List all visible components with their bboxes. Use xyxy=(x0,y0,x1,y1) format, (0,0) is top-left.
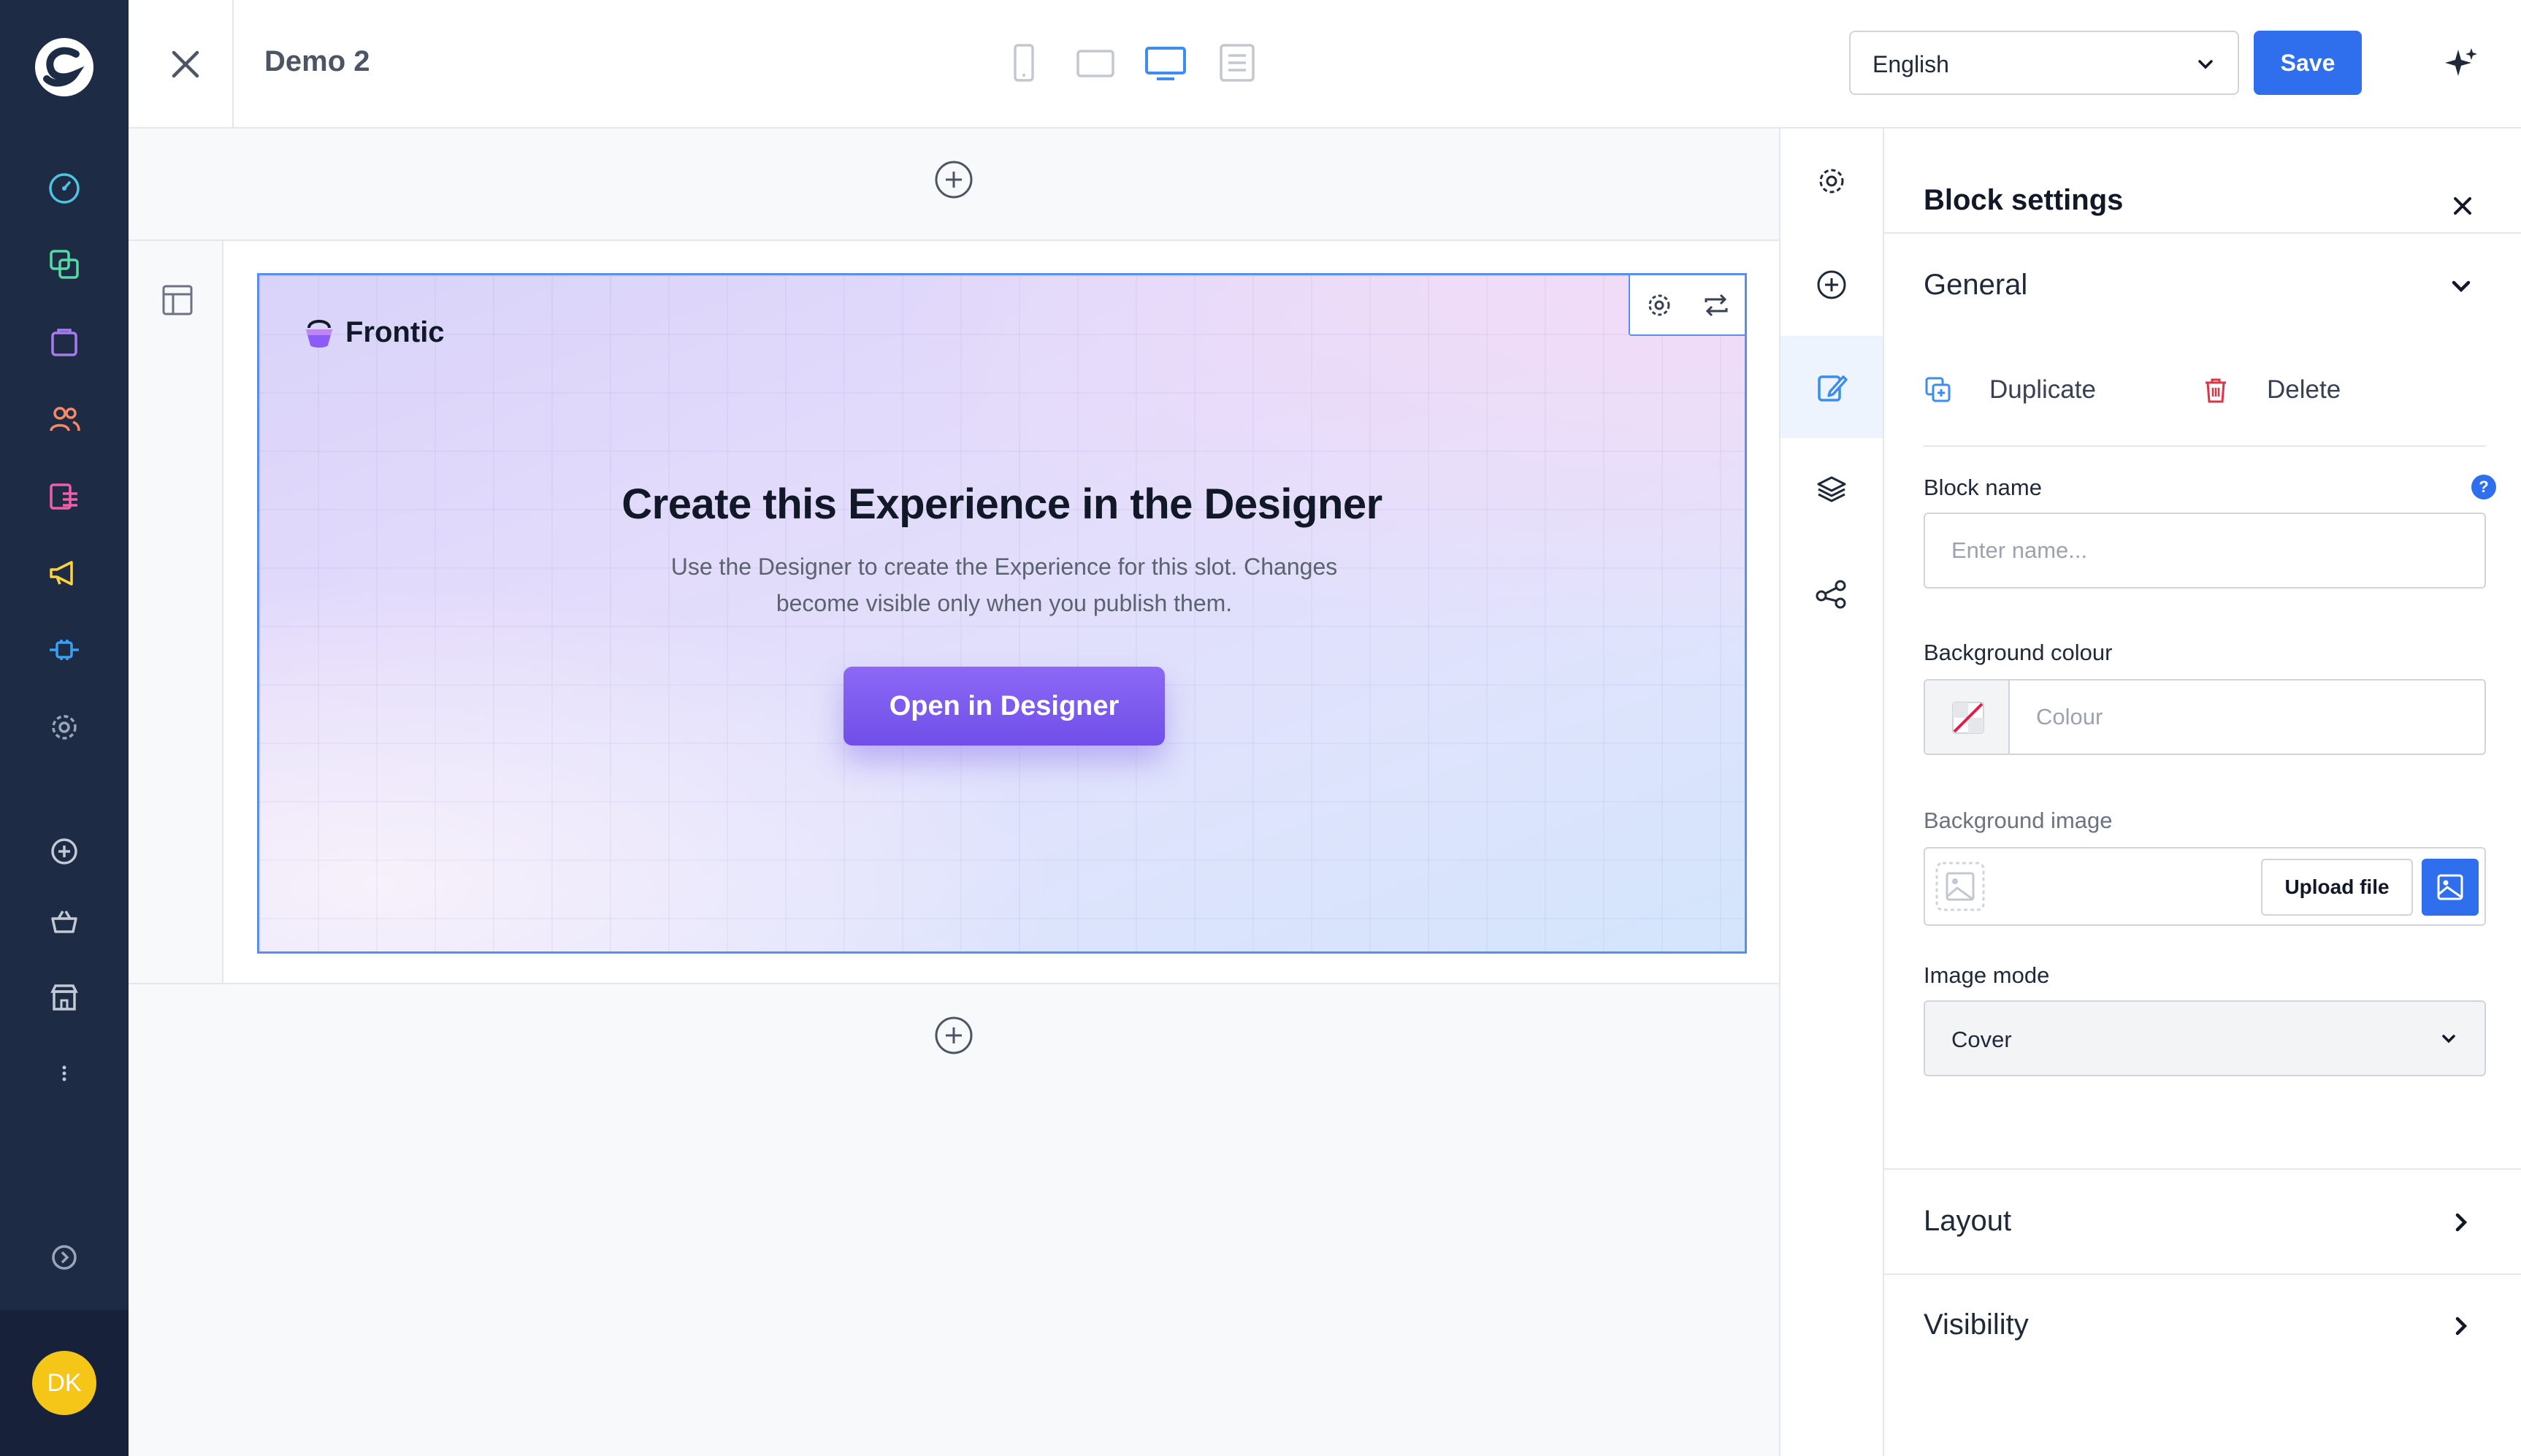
catalogues-icon[interactable] xyxy=(45,245,83,283)
brand-name: Frontic xyxy=(345,315,445,348)
image-mode-select[interactable]: Cover xyxy=(1924,1000,2486,1076)
top-bar: Demo 2 English Save xyxy=(129,0,2521,129)
rail-add[interactable] xyxy=(1780,234,1883,336)
panel-title: Block settings xyxy=(1924,184,2124,216)
language-value: English xyxy=(1872,51,1949,77)
form-view-icon[interactable] xyxy=(1214,39,1260,86)
help-icon[interactable]: ? xyxy=(2471,475,2496,499)
block-name-label: Block name xyxy=(1924,475,2042,500)
experience-block[interactable]: Frontic Create this Experience in the De… xyxy=(257,273,1747,954)
visibility-accordion-label[interactable]: Visibility xyxy=(1924,1309,2029,1341)
close-panel-icon[interactable] xyxy=(2448,191,2477,221)
block-name-input[interactable]: Enter name... xyxy=(1924,513,2486,589)
dashboard-icon[interactable] xyxy=(45,169,83,207)
layout-icon[interactable] xyxy=(159,282,196,318)
content-icon[interactable] xyxy=(45,478,83,516)
store-icon[interactable] xyxy=(45,978,83,1016)
chevron-down-icon xyxy=(2436,1027,2461,1051)
image-icon xyxy=(2437,874,2463,900)
image-mode-label: Image mode xyxy=(1924,962,2050,988)
general-accordion-label[interactable]: General xyxy=(1924,269,2027,302)
ai-sparkle-icon[interactable] xyxy=(2441,44,2482,85)
close-icon[interactable] xyxy=(161,39,210,89)
block-heading: Create this Experience in the Designer xyxy=(621,480,1382,528)
main-sidebar: DK xyxy=(0,0,129,1456)
block-description: Use the Designer to create the Experienc… xyxy=(670,553,1338,616)
rail-settings[interactable] xyxy=(1780,130,1883,232)
duplicate-icon xyxy=(1925,377,1951,402)
gear-icon xyxy=(1819,169,1844,194)
duplicate-button[interactable]: Duplicate xyxy=(1924,375,2096,405)
avatar[interactable]: DK xyxy=(32,1351,96,1415)
swap-icon[interactable] xyxy=(1700,289,1732,321)
colour-swatch[interactable] xyxy=(1925,681,2010,754)
chevron-right-icon[interactable] xyxy=(2447,1311,2476,1341)
divider xyxy=(1884,232,2521,234)
marketing-icon[interactable] xyxy=(45,553,83,591)
chevron-down-icon[interactable] xyxy=(2447,272,2476,301)
upload-file-button[interactable]: Upload file xyxy=(2261,859,2413,916)
orders-icon[interactable] xyxy=(45,323,83,361)
extensions-icon[interactable] xyxy=(45,631,83,669)
layers-icon xyxy=(1817,476,1846,502)
customers-icon[interactable] xyxy=(45,400,83,438)
trash-icon xyxy=(2206,378,2226,403)
media-library-button[interactable] xyxy=(2422,859,2479,916)
basket-icon[interactable] xyxy=(45,903,83,940)
page-section: Frontic Create this Experience in the De… xyxy=(129,240,1779,984)
delete-label: Delete xyxy=(2267,375,2341,404)
open-in-designer-button[interactable]: Open in Designer xyxy=(843,667,1165,746)
duplicate-label: Duplicate xyxy=(1989,375,2096,404)
chevron-down-icon xyxy=(2192,51,2219,77)
bg-image-upload: Upload file xyxy=(1924,847,2486,926)
section-sidebar xyxy=(129,241,223,983)
rail-layers[interactable] xyxy=(1780,438,1883,540)
add-section-above-icon[interactable] xyxy=(933,159,974,200)
settings-rail xyxy=(1779,129,1884,1456)
editor-canvas: Frontic Create this Experience in the De… xyxy=(129,129,1779,1456)
save-button[interactable]: Save xyxy=(2254,31,2362,95)
desktop-view-icon[interactable] xyxy=(1142,39,1189,86)
divider xyxy=(1884,1273,2521,1275)
more-icon[interactable] xyxy=(45,1054,83,1092)
no-colour-icon xyxy=(1952,702,1984,734)
settings-icon[interactable] xyxy=(45,708,83,746)
frontic-logo-icon xyxy=(303,315,335,350)
block-settings-icon[interactable] xyxy=(1643,289,1675,321)
bg-image-label: Background image xyxy=(1924,808,2113,833)
chevron-right-icon[interactable] xyxy=(2447,1208,2476,1237)
edit-block-icon xyxy=(1818,375,1848,402)
bg-colour-label: Background colour xyxy=(1924,640,2113,665)
plus-circle-icon xyxy=(1817,270,1846,299)
block-settings-panel: Block settings General Duplicate Delete … xyxy=(1884,129,2521,1456)
divider xyxy=(1924,445,2486,447)
page-title: Demo 2 xyxy=(264,45,370,77)
share-nodes-icon xyxy=(1816,580,1846,609)
layout-accordion-label[interactable]: Layout xyxy=(1924,1205,2011,1238)
mobile-view-icon[interactable] xyxy=(1001,39,1047,86)
image-placeholder-icon xyxy=(1934,860,1986,913)
app-logo-icon[interactable] xyxy=(32,35,96,99)
block-toolbar xyxy=(1629,275,1745,336)
rail-edit-block[interactable] xyxy=(1780,336,1883,438)
brand-logo: Frontic xyxy=(303,315,445,350)
language-select[interactable]: English xyxy=(1849,31,2239,95)
divider xyxy=(232,0,234,129)
rail-connections[interactable] xyxy=(1780,542,1883,644)
delete-button[interactable]: Delete xyxy=(2201,375,2341,405)
add-icon[interactable] xyxy=(45,832,83,870)
expand-sidebar-icon[interactable] xyxy=(45,1238,83,1276)
tablet-view-icon[interactable] xyxy=(1072,39,1119,86)
divider xyxy=(1884,1168,2521,1170)
image-mode-value: Cover xyxy=(1951,1027,2012,1052)
add-section-below-icon[interactable] xyxy=(933,1015,974,1056)
